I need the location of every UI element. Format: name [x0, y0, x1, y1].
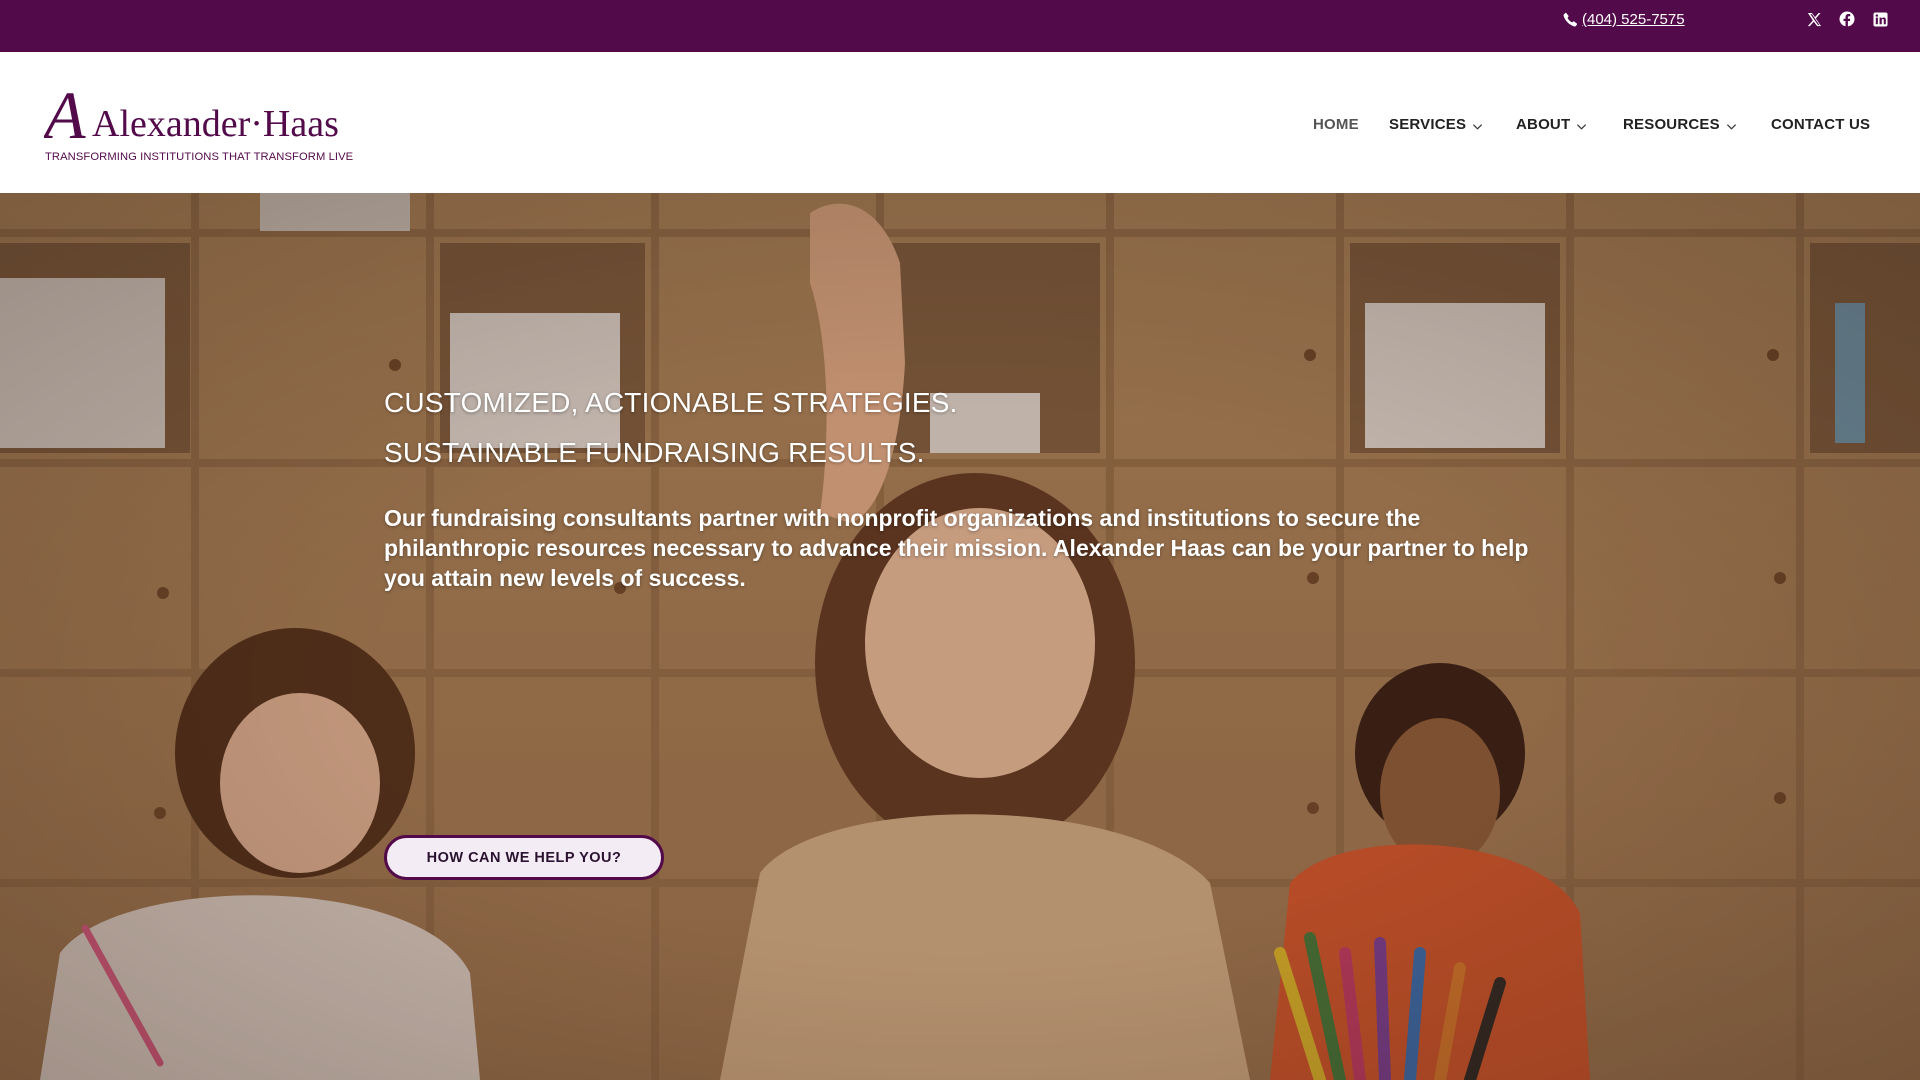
chevron-down-icon — [1472, 119, 1483, 130]
top-bar: (404) 525-7575 — [0, 0, 1920, 52]
linkedin-icon[interactable] — [1869, 8, 1891, 30]
logo-wordmark: Alexander·Haas — [92, 103, 339, 145]
phone-link[interactable]: (404) 525-7575 — [1582, 11, 1685, 28]
chevron-down-icon — [1576, 119, 1587, 130]
hero-text: CUSTOMIZED, ACTIONABLE STRATEGIES. SUSTA… — [384, 378, 1584, 593]
nav-about[interactable]: ABOUT — [1516, 112, 1587, 136]
x-icon[interactable] — [1803, 8, 1825, 30]
svg-text:A: A — [44, 84, 86, 153]
hero-heading-line-1: CUSTOMIZED, ACTIONABLE STRATEGIES. — [384, 387, 958, 418]
site-header: A Alexander·Haas TRANSFORMING INSTITUTIO… — [0, 52, 1920, 193]
hero-overlay — [0, 193, 1920, 1080]
hero-heading-line-2: SUSTAINABLE FUNDRAISING RESULTS. — [384, 437, 925, 468]
phone-contact[interactable]: (404) 525-7575 — [1563, 11, 1685, 28]
hero-section — [0, 193, 1920, 1080]
logo-tagline: TRANSFORMING INSTITUTIONS THAT TRANSFORM… — [45, 151, 354, 163]
nav-resources[interactable]: RESOURCES — [1623, 112, 1737, 136]
nav-services-label: SERVICES — [1389, 115, 1467, 133]
nav-home-label: HOME — [1313, 115, 1359, 133]
logo[interactable]: A Alexander·Haas TRANSFORMING INSTITUTIO… — [40, 77, 361, 164]
nav-about-label: ABOUT — [1516, 115, 1571, 133]
nav-contact-us[interactable]: CONTACT US — [1771, 112, 1870, 136]
nav-services[interactable]: SERVICES — [1389, 112, 1483, 136]
phone-icon — [1563, 12, 1578, 27]
nav-home[interactable]: HOME — [1313, 112, 1359, 136]
nav-resources-label: RESOURCES — [1623, 115, 1720, 133]
how-can-we-help-button[interactable]: HOW CAN WE HELP YOU? — [384, 835, 664, 880]
chevron-down-icon — [1726, 119, 1737, 130]
nav-contact-label: CONTACT US — [1771, 115, 1871, 133]
facebook-icon[interactable] — [1836, 8, 1858, 30]
hero-description: Our fundraising consultants partner with… — [384, 505, 1529, 591]
